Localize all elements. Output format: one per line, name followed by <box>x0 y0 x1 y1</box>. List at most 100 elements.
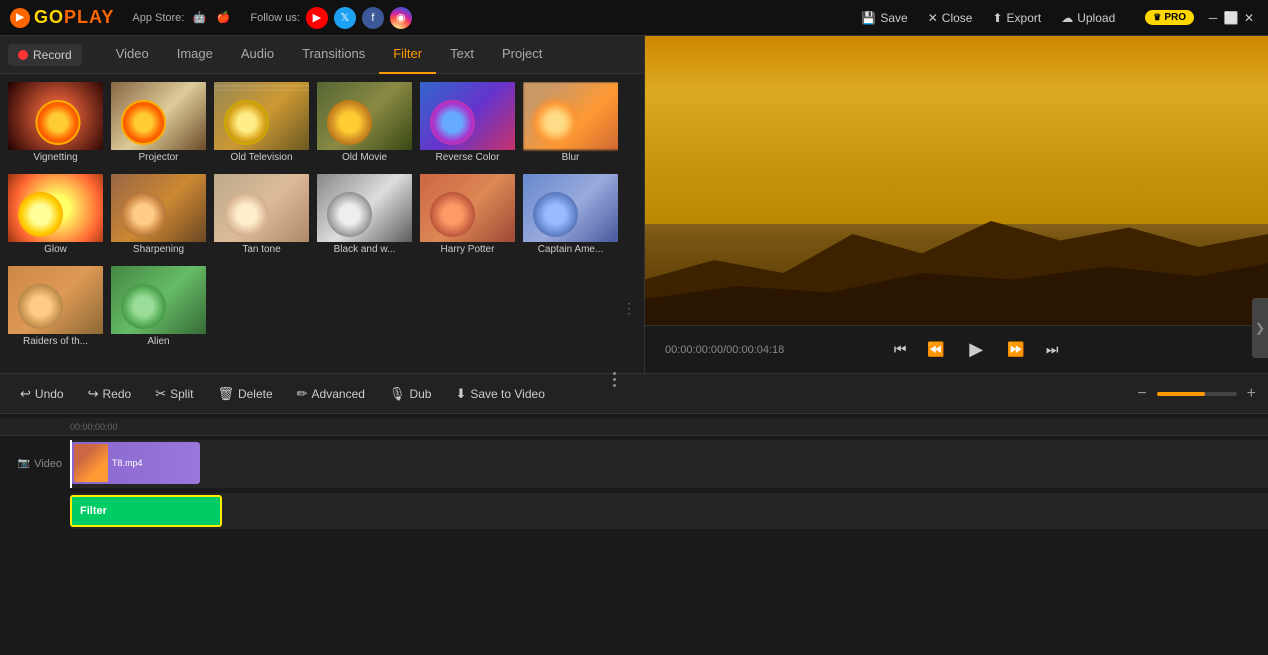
filter-label-glow: Glow <box>8 242 103 258</box>
export-label: Export <box>1007 11 1042 25</box>
filter-thumb-old-tv <box>214 82 311 150</box>
camera-icon: 📷 <box>18 458 30 469</box>
filter-label-sharpening: Sharpening <box>111 242 206 258</box>
filter-blur[interactable]: Blur <box>521 80 620 168</box>
filter-label-alien: Alien <box>111 334 206 350</box>
more-preview-button[interactable] <box>609 368 620 391</box>
tab-project[interactable]: Project <box>488 36 556 74</box>
fast-forward-button[interactable]: ⏩ <box>1002 336 1030 364</box>
header-actions: 💾 Save ✕ Close ⬆ Export ☁ Upload ♛ PRO ─… <box>851 9 1258 27</box>
grid-spacer <box>212 264 218 352</box>
filter-label-old-television: Old Television <box>214 150 309 166</box>
filter-old-television[interactable]: Old Television <box>212 80 311 168</box>
export-button[interactable]: ⬆ Export <box>982 11 1051 25</box>
zoom-control: − + <box>1133 385 1260 403</box>
close-button[interactable]: ✕ Close <box>918 11 983 25</box>
upload-button[interactable]: ☁ Upload <box>1051 11 1125 25</box>
crown-icon: ♛ <box>1153 12 1161 23</box>
save-to-video-label: Save to Video <box>470 387 545 401</box>
filter-label-captain-america: Captain Ame... <box>523 242 618 258</box>
record-button[interactable]: Record <box>8 44 82 66</box>
tab-video[interactable]: Video <box>102 36 163 74</box>
instagram-icon[interactable]: ◉ <box>390 7 412 29</box>
filter-harry-potter[interactable]: Harry Potter <box>418 172 517 260</box>
advanced-label: Advanced <box>312 387 365 401</box>
skip-to-end-button[interactable]: ⏭ <box>1038 336 1066 364</box>
advanced-icon: ✏ <box>297 386 308 402</box>
filter-sharpening[interactable]: Sharpening <box>109 172 208 260</box>
filter-thumb-projector <box>111 82 208 150</box>
skip-to-start-button[interactable]: ⏮ <box>886 336 914 364</box>
undo-button[interactable]: ↩ Undo <box>8 374 76 414</box>
youtube-icon[interactable]: ▶ <box>306 7 328 29</box>
filter-track-content: Filter <box>70 493 1268 529</box>
split-label: Split <box>170 387 193 401</box>
zoom-slider-fill <box>1157 392 1205 396</box>
filter-reverse-color[interactable]: Reverse Color <box>418 80 517 168</box>
record-label: Record <box>33 48 72 62</box>
upload-icon: ☁ <box>1061 11 1073 25</box>
bottom-area: ↩ Undo ↪ Redo ✂ Split 🗑 Delete ✏ Advance… <box>0 373 1268 613</box>
preview-panel: 00:00:00:00/00:00:04:18 ⏮ ⏪ ▶ ⏩ ⏭ <box>645 36 1268 373</box>
filter-grid: Vignetting Projector Old Television <box>0 74 644 373</box>
advanced-button[interactable]: ✏ Advanced <box>285 374 377 414</box>
logo-text: GOPLAY <box>34 7 114 28</box>
titlebar-left: ▶ GOPLAY App Store: 🤖 🍎 Follow us: ▶ 𝕏 f… <box>10 7 412 29</box>
filter-raiders[interactable]: Raiders of th... <box>6 264 105 352</box>
timeline-ruler: 00:00:00:00 <box>0 418 1268 436</box>
filter-label-tan-tone: Tan tone <box>214 242 309 258</box>
filter-label-black-white: Black and w... <box>317 242 412 258</box>
android-icon[interactable]: 🤖 <box>190 9 208 27</box>
twitter-icon[interactable]: 𝕏 <box>334 7 356 29</box>
rewind-button[interactable]: ⏪ <box>922 336 950 364</box>
window-close-button[interactable]: ✕ <box>1240 9 1258 27</box>
filter-alien[interactable]: Alien <box>109 264 208 352</box>
bottom-toolbar: ↩ Undo ↪ Redo ✂ Split 🗑 Delete ✏ Advance… <box>0 374 1268 414</box>
zoom-out-button[interactable]: − <box>1133 385 1150 403</box>
zoom-in-button[interactable]: + <box>1243 385 1260 403</box>
minimize-button[interactable]: ─ <box>1204 9 1222 27</box>
filter-label-projector: Projector <box>111 150 206 166</box>
filter-projector[interactable]: Projector <box>109 80 208 168</box>
preview-video <box>645 36 1268 325</box>
appstore-section: App Store: 🤖 🍎 <box>132 9 232 27</box>
maximize-button[interactable]: ⬜ <box>1222 9 1240 27</box>
dub-button[interactable]: 🎙 Dub <box>377 374 444 414</box>
filter-thumb-tan <box>214 174 311 242</box>
video-label: Video <box>34 458 62 470</box>
filter-black-white[interactable]: Black and w... <box>315 172 414 260</box>
save-icon: 💾 <box>861 11 876 25</box>
filter-old-movie[interactable]: Old Movie <box>315 80 414 168</box>
save-button[interactable]: 💾 Save <box>851 11 917 25</box>
facebook-icon[interactable]: f <box>362 7 384 29</box>
filter-tan-tone[interactable]: Tan tone <box>212 172 311 260</box>
tab-filter[interactable]: Filter <box>379 36 436 74</box>
apple-icon[interactable]: 🍎 <box>214 9 232 27</box>
undo-icon: ↩ <box>20 386 31 402</box>
filter-thumb-alien <box>111 266 208 334</box>
zoom-slider-track[interactable] <box>1157 392 1237 396</box>
titlebar: ▶ GOPLAY App Store: 🤖 🍎 Follow us: ▶ 𝕏 f… <box>0 0 1268 36</box>
delete-icon: 🗑 <box>217 386 234 402</box>
tab-text[interactable]: Text <box>436 36 488 74</box>
filter-captain-america[interactable]: Captain Ame... <box>521 172 620 260</box>
delete-button[interactable]: 🗑 Delete <box>205 374 284 414</box>
more-options-button[interactable]: ⋮ <box>622 300 636 317</box>
follow-label: Follow us: <box>250 12 300 24</box>
filter-thumb-sharpening <box>111 174 208 242</box>
split-button[interactable]: ✂ Split <box>143 374 205 414</box>
tab-audio[interactable]: Audio <box>227 36 288 74</box>
tab-transitions[interactable]: Transitions <box>288 36 379 74</box>
save-to-video-button[interactable]: ⬇ Save to Video <box>443 374 556 414</box>
play-button[interactable]: ▶ <box>958 332 994 368</box>
filter-glow[interactable]: Glow <box>6 172 105 260</box>
expand-arrow-button[interactable]: ❯ <box>1252 298 1268 358</box>
redo-label: Redo <box>103 387 132 401</box>
filter-label-old-movie: Old Movie <box>317 150 412 166</box>
filter-clip[interactable]: Filter <box>70 495 222 527</box>
redo-button[interactable]: ↪ Redo <box>76 374 144 414</box>
video-clip[interactable]: T8.mp4 <box>70 442 200 484</box>
pro-badge[interactable]: ♛ PRO <box>1145 10 1194 25</box>
tab-image[interactable]: Image <box>163 36 227 74</box>
filter-vignetting[interactable]: Vignetting <box>6 80 105 168</box>
